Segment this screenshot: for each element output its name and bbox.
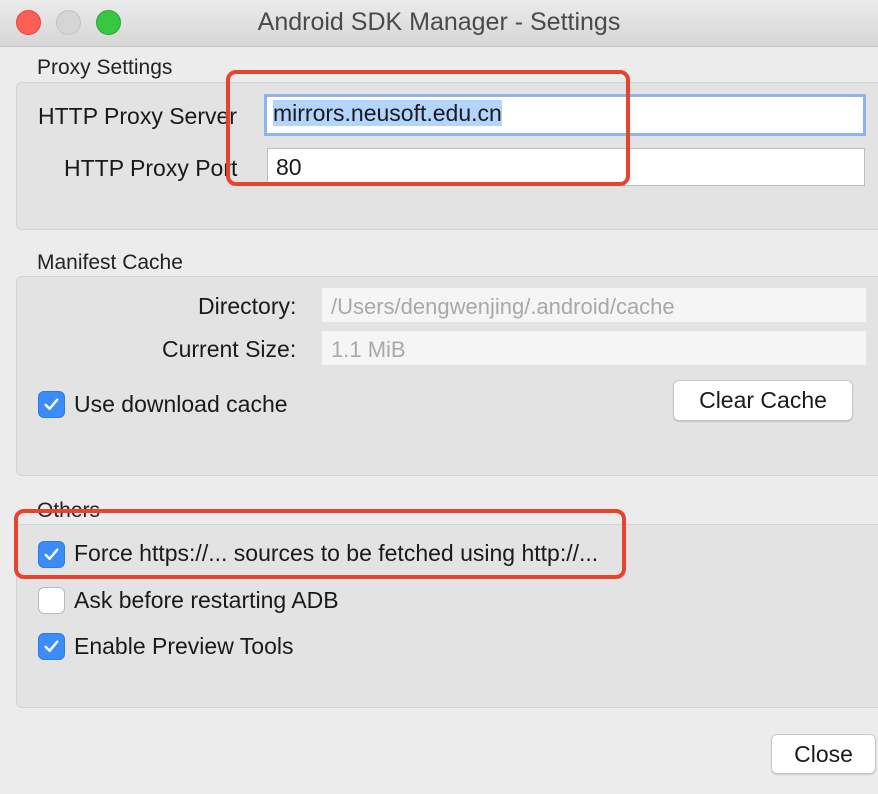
directory-field: /Users/dengwenjing/.android/cache xyxy=(322,288,866,322)
directory-label: Directory: xyxy=(198,293,297,319)
http-proxy-port-label: HTTP Proxy Port xyxy=(64,155,238,181)
http-proxy-port-input[interactable]: 80 xyxy=(267,148,865,186)
http-proxy-server-label: HTTP Proxy Server xyxy=(38,103,237,129)
use-download-cache-label: Use download cache xyxy=(74,391,288,417)
checkmark-icon xyxy=(44,640,59,653)
checkmark-icon xyxy=(44,548,59,561)
enable-preview-tools-checkbox[interactable] xyxy=(38,633,65,660)
force-http-checkbox[interactable] xyxy=(38,541,65,568)
clear-cache-button[interactable]: Clear Cache xyxy=(673,380,853,421)
force-http-label: Force https://... sources to be fetched … xyxy=(74,540,599,566)
others-heading: Others xyxy=(37,499,101,522)
use-download-cache-checkbox[interactable] xyxy=(38,391,65,418)
enable-preview-tools-label: Enable Preview Tools xyxy=(74,633,294,659)
close-button[interactable]: Close xyxy=(771,734,876,774)
checkmark-icon xyxy=(44,398,59,411)
title-bar: Android SDK Manager - Settings xyxy=(0,0,878,47)
ask-before-restarting-adb-checkbox[interactable] xyxy=(38,587,65,614)
ask-before-restarting-adb-label: Ask before restarting ADB xyxy=(74,587,339,613)
current-size-field: 1.1 MiB xyxy=(322,331,866,365)
current-size-label: Current Size: xyxy=(162,336,297,362)
manifest-cache-heading: Manifest Cache xyxy=(37,251,183,274)
window-title: Android SDK Manager - Settings xyxy=(257,8,621,36)
http-proxy-server-value: mirrors.neusoft.edu.cn xyxy=(273,100,502,126)
proxy-settings-heading: Proxy Settings xyxy=(37,56,173,79)
http-proxy-server-input[interactable]: mirrors.neusoft.edu.cn xyxy=(264,94,866,136)
